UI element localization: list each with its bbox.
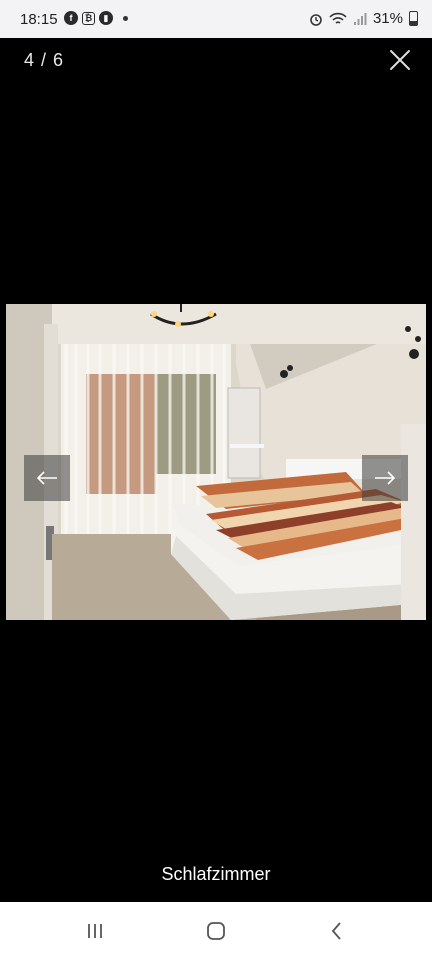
- status-bar: 18:15 f ₿ ▮ 31%: [0, 0, 432, 38]
- recent-apps-icon: [88, 924, 102, 938]
- system-icons: 31%: [309, 10, 418, 27]
- arrow-right-icon: [375, 471, 396, 485]
- back-icon: [331, 922, 341, 940]
- battery-percent: 31%: [372, 10, 403, 27]
- image-viewer: 4 / 6 Schlafzimmer: [0, 38, 432, 902]
- image-counter: 4 / 6: [24, 50, 65, 70]
- home-button[interactable]: [203, 920, 229, 942]
- alarm-icon: [310, 13, 322, 26]
- more-notifications-dot: [123, 15, 128, 21]
- wifi-icon: [329, 12, 347, 24]
- battery-icon: [409, 11, 418, 26]
- system-nav-bar: [0, 902, 432, 960]
- close-icon[interactable]: [388, 48, 412, 72]
- notification-icons: f ₿ ▮: [64, 11, 128, 25]
- previous-image-button[interactable]: [24, 455, 70, 501]
- app-icon: ▮: [99, 11, 113, 25]
- arrow-left-icon: [36, 471, 57, 485]
- back-button[interactable]: [324, 920, 350, 942]
- recent-apps-button[interactable]: [82, 920, 108, 942]
- signal-icon: [353, 12, 367, 25]
- bitcoin-app-icon: ₿: [82, 11, 95, 25]
- facebook-icon: f: [64, 11, 78, 25]
- home-icon: [207, 922, 225, 940]
- status-time: 18:15: [20, 11, 58, 28]
- image-caption: Schlafzimmer: [161, 864, 271, 884]
- next-image-button[interactable]: [362, 455, 408, 501]
